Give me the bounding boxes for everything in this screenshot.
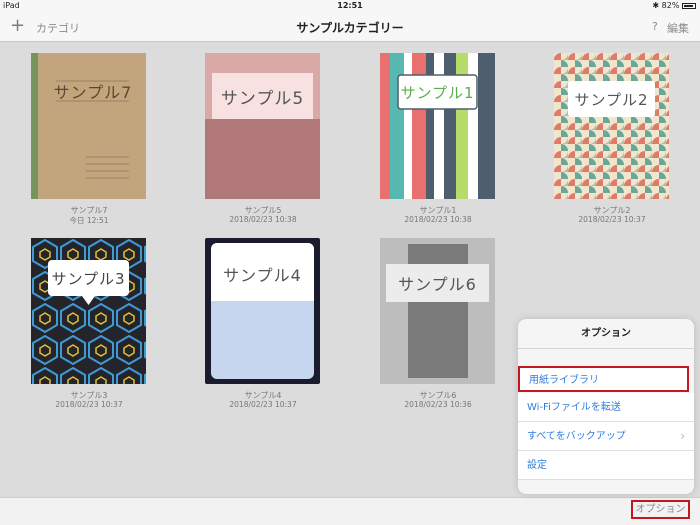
notebook-date: 2018/02/23 10:38 [229, 215, 297, 224]
popover-title: オプション [518, 319, 694, 349]
menu-item-label: 設定 [527, 460, 547, 471]
cover-label: サンプル4 [223, 266, 302, 285]
menu-item-label: Wi-Fiファイルを転送 [527, 402, 621, 413]
page-title: サンプルカテゴリー [296, 21, 404, 35]
battery-percent: 82% [661, 1, 680, 10]
cover-label: サンプル7 [53, 83, 133, 102]
clock: 12:51 [337, 1, 363, 10]
notebook-cover [31, 53, 146, 199]
menu-item-label: 用紙ライブラリ [529, 375, 599, 386]
navigation-bar: + カテゴリ サンプルカテゴリー ? 編集 [0, 12, 700, 42]
bottom-toolbar [0, 497, 700, 525]
cover-label: サンプル3 [51, 269, 126, 288]
bluetooth-icon: ✱ [652, 1, 660, 10]
battery-indicator: ✱ 82% [652, 1, 696, 10]
battery-icon [682, 2, 696, 9]
notebook-date: 2018/02/23 10:37 [578, 215, 646, 224]
cover-label: サンプル5 [220, 88, 305, 109]
wifi-transfer-item[interactable]: Wi-Fiファイルを転送 [518, 393, 694, 422]
help-icon[interactable]: ? [652, 20, 658, 33]
cover-label: サンプル2 [574, 90, 649, 109]
notebook-date: 今日 12:51 [69, 216, 109, 225]
notebook-date: 2018/02/23 10:36 [404, 400, 472, 409]
cover-label: サンプル6 [398, 275, 477, 294]
notebook-cover [554, 53, 669, 199]
backup-all-item[interactable]: すべてをバックアップ › [518, 422, 694, 451]
notebook-date: 2018/02/23 10:37 [229, 400, 297, 409]
notebook-cover [380, 238, 495, 384]
edit-button[interactable]: 編集 [667, 20, 689, 36]
options-button[interactable]: オプション [631, 500, 690, 519]
notebook-date: 2018/02/23 10:37 [55, 400, 123, 409]
cover-label: サンプル1 [400, 83, 475, 102]
status-bar: iPad 12:51 ✱ 82% [0, 0, 700, 12]
menu-item-label: すべてをバックアップ [527, 431, 626, 442]
paper-library-item[interactable]: 用紙ライブラリ [518, 366, 689, 392]
options-popover: オプション 用紙ライブラリ Wi-Fiファイルを転送 すべてをバックアップ › … [518, 319, 694, 494]
notebook-cover [31, 238, 146, 384]
notebook-date: 2018/02/23 10:38 [404, 215, 472, 224]
settings-item[interactable]: 設定 [518, 451, 694, 480]
notebook-cover [380, 53, 495, 199]
chevron-right-icon: › [680, 429, 685, 443]
